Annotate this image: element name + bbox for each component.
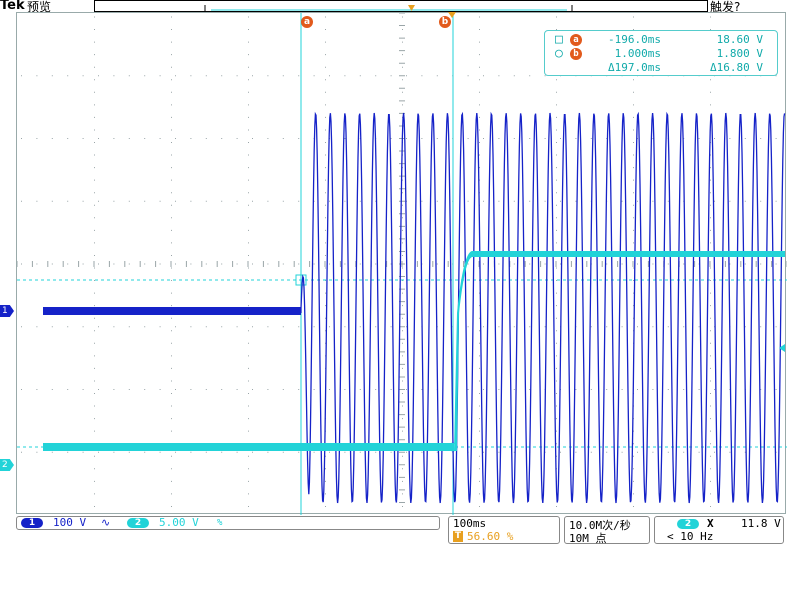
trigger-frequency: < 10 Hz xyxy=(667,530,714,543)
cursor-a-marker[interactable]: a xyxy=(301,16,313,28)
trigger-position-value: 56.60 % xyxy=(467,530,514,543)
square-icon: □ xyxy=(555,32,563,47)
graticule xyxy=(17,13,787,515)
trigger-settings[interactable]: 2 X 11.8 V < 10 Hz xyxy=(654,516,784,544)
grid-center-ticks xyxy=(17,13,787,503)
circle-icon: ○ xyxy=(555,46,563,61)
trigger-point-icon xyxy=(448,12,456,18)
cursor-delta-time: Δ197.0ms xyxy=(608,61,661,74)
record-length: 10M 点 xyxy=(569,532,607,545)
ch1-ground-marker[interactable]: 1 xyxy=(0,305,14,317)
cursor-a-value: 18.60 V xyxy=(716,33,763,46)
ch1-trace-baseline xyxy=(43,307,301,315)
trigger-slope-icon: X xyxy=(707,517,714,530)
ch2-scale: 5.00 V xyxy=(159,516,199,529)
acquisition-settings[interactable]: 10.0M次/秒 10M 点 xyxy=(564,516,650,545)
trigger-source-badge: 2 xyxy=(677,519,699,529)
cursor-a-badge: a xyxy=(570,34,582,46)
horizontal-settings[interactable]: 100ms T 56.60 % xyxy=(448,516,560,544)
ch2-trace-low xyxy=(43,443,454,451)
cursor-b-value: 1.800 V xyxy=(716,47,763,60)
channel-settings-bar[interactable]: 1 100 V ∿ 2 5.00 V % xyxy=(16,516,440,530)
cursor-delta-row: Δ197.0ms Δ16.80 V xyxy=(545,61,777,75)
ch1-scale: 100 V xyxy=(53,516,87,529)
time-per-div: 100ms xyxy=(453,517,487,530)
ch2-ground-marker[interactable]: 2 xyxy=(0,459,14,471)
trigger-level-icon[interactable] xyxy=(776,343,786,353)
cursor-b-badge: b xyxy=(570,48,582,60)
ch1-coupling-icon: ∿ xyxy=(101,516,111,529)
cursor-a-row: □ a -196.0ms 18.60 V xyxy=(545,33,777,47)
ch1-badge[interactable]: 1 xyxy=(21,518,43,528)
cursor-b-row: ○ b 1.000ms 1.800 V xyxy=(545,47,777,61)
cursor-readout: □ a -196.0ms 18.60 V ○ b 1.000ms 1.800 V… xyxy=(544,30,778,76)
cursor-delta-value: Δ16.80 V xyxy=(710,61,763,74)
trigger-position-badge: T xyxy=(453,531,463,542)
record-view-bar[interactable] xyxy=(94,0,708,15)
ch2-badge[interactable]: 2 xyxy=(127,518,149,528)
ch2-bandwidth-icon: % xyxy=(217,518,223,528)
trigger-level: 11.8 V xyxy=(741,517,781,530)
cursor-b-time: 1.000ms xyxy=(614,47,661,60)
cursor-a-time: -196.0ms xyxy=(608,33,661,46)
waveform-display[interactable] xyxy=(16,12,787,515)
